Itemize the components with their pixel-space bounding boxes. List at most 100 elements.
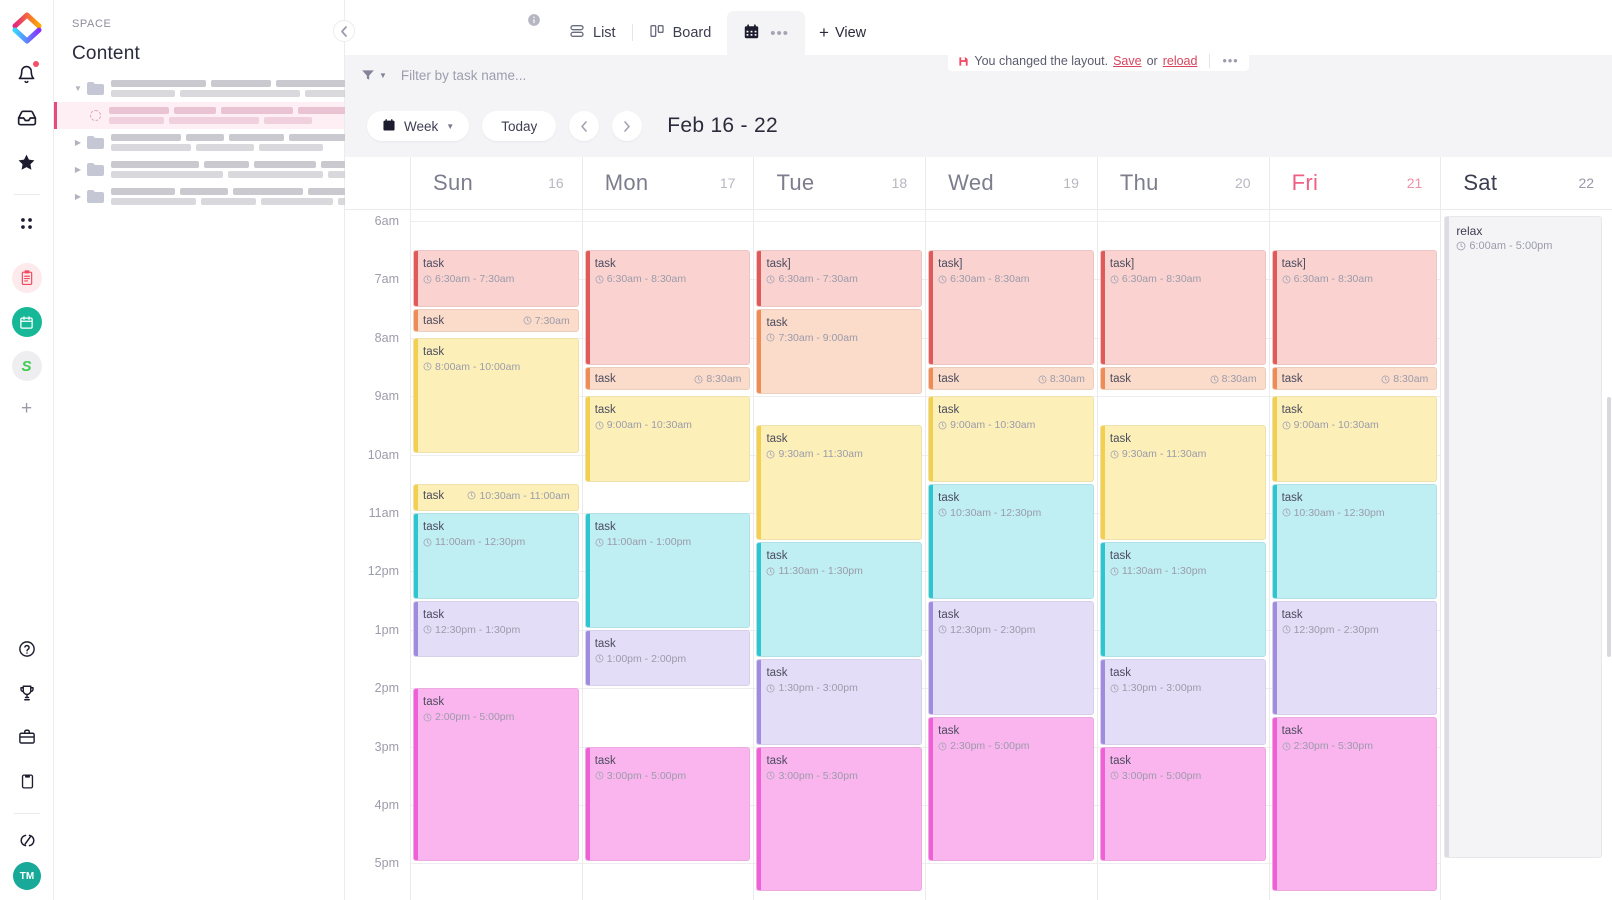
inbox-icon[interactable]: [13, 104, 41, 132]
calendar-event[interactable]: task 6:30am - 7:30am: [413, 250, 579, 307]
day-header-thu[interactable]: Thu 20: [1096, 157, 1269, 209]
calendar-event[interactable]: task 1:00pm - 2:00pm: [584, 629, 751, 687]
activity-icon[interactable]: [13, 826, 41, 854]
briefcase-icon[interactable]: [13, 723, 41, 751]
calendar-event[interactable]: task] 6:30am - 7:30am: [756, 250, 923, 307]
event-time: 10:30am - 12:30pm: [1282, 506, 1429, 520]
calendar-event[interactable]: task 11:00am - 12:30pm: [413, 513, 579, 599]
calendar-event[interactable]: task 8:30am: [1099, 367, 1266, 391]
tab-calendar[interactable]: •••: [727, 11, 806, 55]
vertical-scrollbar[interactable]: [1607, 397, 1611, 657]
clipboard-icon[interactable]: [13, 767, 41, 795]
user-avatar[interactable]: TM: [13, 862, 41, 890]
info-icon[interactable]: [515, 0, 553, 55]
calendar-event[interactable]: task 6:30am - 8:30am: [584, 250, 751, 365]
day-column-tue[interactable]: task] 6:30am - 7:30am task 7:30am - 9:00am t…: [753, 210, 925, 900]
favorites-star-icon[interactable]: [13, 148, 41, 176]
sidebar-item-3[interactable]: ▶: [54, 156, 399, 183]
calendar-event[interactable]: task 3:00pm - 5:00pm: [584, 746, 751, 862]
sidebar-item-0[interactable]: ▼: [54, 75, 360, 102]
help-icon[interactable]: [13, 635, 41, 663]
calendar-event[interactable]: task] 6:30am - 8:30am: [1099, 250, 1266, 365]
save-layout-link[interactable]: Save: [1113, 54, 1142, 68]
calendar-event[interactable]: task 1:30pm - 3:00pm: [1099, 659, 1266, 745]
event-title: task: [1281, 608, 1303, 621]
calendar-event[interactable]: task 9:00am - 10:30am: [1271, 396, 1438, 482]
event-time-text: 8:30am: [1393, 373, 1429, 385]
calendar-event[interactable]: task 2:30pm - 5:30pm: [1271, 717, 1438, 891]
sidebar-item-1[interactable]: [54, 102, 364, 129]
calendar-event[interactable]: task 12:30pm - 1:30pm: [413, 600, 579, 657]
day-column-mon[interactable]: task 6:30am - 8:30am task 8:30am task 9:00am …: [581, 210, 754, 900]
clickup-logo[interactable]: [12, 12, 42, 44]
app-slack[interactable]: S: [11, 351, 42, 381]
calendar-event[interactable]: task 9:00am - 10:30am: [584, 396, 751, 482]
calendar-event[interactable]: task 10:30am - 12:30pm: [1271, 483, 1438, 599]
calendar-event[interactable]: task] 6:30am - 8:30am: [928, 250, 1094, 365]
day-header-sat[interactable]: Sat 22: [1440, 157, 1612, 209]
trophy-icon[interactable]: [13, 679, 41, 707]
view-mode-selector[interactable]: Week ▼: [367, 111, 470, 141]
sidebar-item-4[interactable]: ▶: [54, 183, 398, 210]
add-view-button[interactable]: + View: [805, 11, 880, 55]
calendar-event[interactable]: task 3:00pm - 5:00pm: [1099, 746, 1266, 862]
chevron-down-icon[interactable]: ▼: [72, 84, 84, 93]
calendar-event[interactable]: task 7:30am: [413, 308, 579, 332]
calendar-event[interactable]: task 11:30am - 1:30pm: [756, 542, 923, 657]
calendar-event[interactable]: task 12:30pm - 2:30pm: [1271, 600, 1438, 716]
calendar-event[interactable]: task] 6:30am - 8:30am: [1271, 250, 1438, 365]
dashboards-icon[interactable]: [13, 209, 41, 237]
calendar-event[interactable]: task 9:30am - 11:30am: [756, 425, 923, 541]
filter-icon[interactable]: ▼: [361, 68, 387, 82]
calendar-event[interactable]: task 8:30am: [928, 367, 1094, 391]
calendar-event[interactable]: task 8:00am - 10:00am: [413, 337, 579, 453]
calendar-event[interactable]: task 1:30pm - 3:00pm: [756, 659, 923, 745]
calendar-event[interactable]: task 11:30am - 1:30pm: [1099, 542, 1266, 657]
day-header-fri[interactable]: Fri 21: [1268, 157, 1441, 209]
calendar-event-relax[interactable]: relax 6:00am - 5:00pm: [1444, 216, 1603, 859]
sidebar-collapse-button[interactable]: [333, 20, 355, 42]
chevron-right-icon[interactable]: ▶: [72, 138, 84, 147]
calendar-event[interactable]: task 10:30am - 12:30pm: [928, 483, 1094, 599]
tab-options-icon[interactable]: •••: [770, 25, 789, 42]
day-header-sun[interactable]: Sun 16: [410, 157, 582, 209]
search-input[interactable]: [400, 67, 701, 83]
day-header-tue[interactable]: Tue 18: [753, 157, 925, 209]
today-button[interactable]: Today: [482, 111, 557, 141]
day-header-mon[interactable]: Mon 17: [581, 157, 754, 209]
chevron-right-icon[interactable]: ▶: [72, 165, 84, 174]
tab-board[interactable]: Board: [633, 11, 728, 55]
chevron-right-icon[interactable]: ▶: [72, 192, 84, 201]
calendar-event[interactable]: task 8:30am: [1271, 367, 1438, 391]
next-week-button[interactable]: [612, 111, 643, 141]
add-app-button[interactable]: +: [21, 399, 32, 418]
day-header-wed[interactable]: Wed 19: [925, 157, 1097, 209]
app-clipboard-red[interactable]: [11, 263, 42, 293]
time-label: 6am: [374, 214, 399, 228]
calendar-event[interactable]: task 2:00pm - 5:00pm: [413, 688, 579, 862]
calendar-event[interactable]: task 9:30am - 11:30am: [1099, 425, 1266, 541]
reload-layout-link[interactable]: reload: [1163, 54, 1198, 68]
calendar-event[interactable]: task 8:30am: [584, 367, 751, 391]
calendar-event[interactable]: task 12:30pm - 2:30pm: [928, 600, 1094, 716]
calendar-day-header-row: Sun 16 Mon 17 Tue 18 Wed 19 Thu 20 Fri 21 Sat 22: [345, 157, 1612, 210]
calendar-event[interactable]: task 3:00pm - 5:30pm: [756, 746, 923, 891]
sidebar-item-2[interactable]: ▶: [54, 129, 357, 156]
calendar-event[interactable]: task 2:30pm - 5:00pm: [928, 717, 1094, 862]
calendar-event[interactable]: task 10:30am - 11:00am: [413, 483, 579, 511]
calendar-event[interactable]: task 11:00am - 1:00pm: [584, 513, 751, 628]
event-time: 12:30pm - 1:30pm: [423, 623, 570, 637]
app-calendar-green[interactable]: [11, 307, 42, 337]
event-title: task: [423, 489, 445, 502]
calendar-event[interactable]: task 7:30am - 9:00am: [756, 308, 923, 395]
day-column-fri[interactable]: task] 6:30am - 8:30am task 8:30am task 9:00am…: [1268, 210, 1441, 900]
tab-list[interactable]: List: [553, 11, 632, 55]
day-column-sun[interactable]: task 6:30am - 7:30am task 7:30am task 8:00am …: [410, 210, 582, 900]
calendar-event[interactable]: task 9:00am - 10:30am: [928, 396, 1094, 482]
day-column-sat[interactable]: relax 6:00am - 5:00pm: [1440, 210, 1612, 900]
prev-week-button[interactable]: [569, 111, 600, 141]
day-column-wed[interactable]: task] 6:30am - 8:30am task 8:30am task 9:00am…: [925, 210, 1097, 900]
day-column-thu[interactable]: task] 6:30am - 8:30am task 8:30am task 9:30am…: [1096, 210, 1269, 900]
notifications-icon[interactable]: [13, 60, 41, 88]
layout-more-button[interactable]: •••: [1222, 54, 1238, 68]
